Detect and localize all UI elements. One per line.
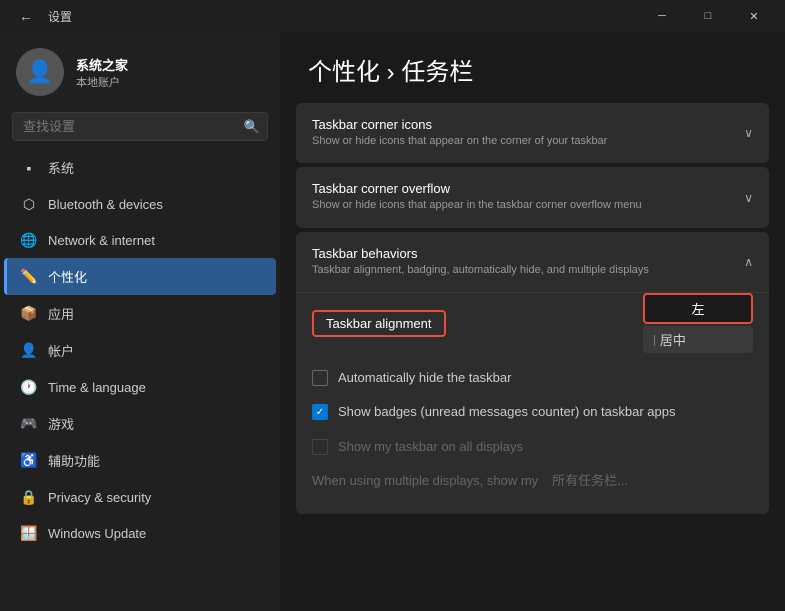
accessibility-icon: ♿ <box>20 452 38 470</box>
titlebar-controls: ─ □ ✕ <box>639 0 777 32</box>
sidebar-item-time[interactable]: 🕐 Time & language <box>4 369 276 405</box>
taskbar-behaviors-expanded: Taskbar alignment 左 | 居中 Automatically <box>296 292 769 514</box>
sidebar-item-privacy[interactable]: 🔒 Privacy & security <box>4 479 276 515</box>
back-button[interactable]: ← <box>12 2 40 30</box>
multiple-displays-row: When using multiple displays, show my 所有… <box>312 464 753 498</box>
time-icon: 🕐 <box>20 378 38 396</box>
network-icon: 🌐 <box>20 231 38 249</box>
sidebar-item-system[interactable]: ▪ 系统 <box>4 149 276 186</box>
gaming-label: 游戏 <box>48 414 74 433</box>
titlebar-left: ← 设置 <box>12 2 72 30</box>
alignment-center-option[interactable]: | 居中 <box>643 326 753 353</box>
alignment-left-option[interactable]: 左 <box>643 293 753 324</box>
personalization-label: 个性化 <box>48 267 87 286</box>
accounts-label: 帐户 <box>48 341 74 360</box>
search-box: 🔍 <box>12 112 268 141</box>
show-badges-label: Show badges (unread messages counter) on… <box>338 403 675 421</box>
multiple-displays-value: 所有任务栏... <box>552 472 628 490</box>
taskbar-corner-icons-desc: Show or hide icons that appear on the co… <box>312 134 744 149</box>
taskbar-behaviors-desc: Taskbar alignment, badging, automaticall… <box>312 263 744 278</box>
nav-list: ▪ 系统 ⬡ Bluetooth & devices 🌐 Network & i… <box>0 149 280 551</box>
profile-info: 系统之家 本地账户 <box>76 55 128 90</box>
page-header: 个性化 › 任务栏 <box>280 32 785 103</box>
right-panel: 个性化 › 任务栏 Taskbar corner icons Show or h… <box>280 32 785 611</box>
taskbar-corner-icons-title: Taskbar corner icons <box>312 117 744 132</box>
gaming-icon: 🎮 <box>20 415 38 433</box>
minimize-button[interactable]: ─ <box>639 0 685 32</box>
privacy-label: Privacy & security <box>48 490 151 505</box>
titlebar: ← 设置 ─ □ ✕ <box>0 0 785 32</box>
sidebar-item-bluetooth[interactable]: ⬡ Bluetooth & devices <box>4 186 276 222</box>
taskbar-alignment-label: Taskbar alignment <box>312 310 446 337</box>
alignment-options: 左 | 居中 <box>643 293 753 353</box>
sidebar-item-accessibility[interactable]: ♿ 辅助功能 <box>4 442 276 479</box>
profile-section: 👤 系统之家 本地账户 <box>0 32 280 108</box>
titlebar-title: 设置 <box>48 8 72 25</box>
all-displays-row: Show my taskbar on all displays <box>312 430 753 464</box>
profile-name: 系统之家 <box>76 55 128 74</box>
windows-update-icon: 🪟 <box>20 524 38 542</box>
taskbar-corner-overflow-chevron: ∨ <box>744 191 753 205</box>
settings-list: Taskbar corner icons Show or hide icons … <box>280 103 785 611</box>
sidebar-item-accounts[interactable]: 👤 帐户 <box>4 332 276 369</box>
sidebar-item-apps[interactable]: 📦 应用 <box>4 295 276 332</box>
taskbar-behaviors-card: Taskbar behaviors Taskbar alignment, bad… <box>296 232 769 514</box>
taskbar-corner-overflow-card: Taskbar corner overflow Show or hide ico… <box>296 167 769 227</box>
apps-label: 应用 <box>48 304 74 323</box>
taskbar-behaviors-chevron: ∧ <box>744 255 753 269</box>
taskbar-corner-icons-chevron: ∨ <box>744 126 753 140</box>
show-badges-row: ✓ Show badges (unread messages counter) … <box>312 395 753 429</box>
bluetooth-icon: ⬡ <box>20 195 38 213</box>
auto-hide-label: Automatically hide the taskbar <box>338 369 511 387</box>
taskbar-behaviors-row[interactable]: Taskbar behaviors Taskbar alignment, bad… <box>296 232 769 292</box>
maximize-button[interactable]: □ <box>685 0 731 32</box>
network-label: Network & internet <box>48 233 155 248</box>
taskbar-corner-icons-card: Taskbar corner icons Show or hide icons … <box>296 103 769 163</box>
multiple-displays-label: When using multiple displays, show my <box>312 472 538 490</box>
sidebar-item-windows-update[interactable]: 🪟 Windows Update <box>4 515 276 551</box>
personalization-icon: ✏️ <box>20 268 38 286</box>
windows-update-label: Windows Update <box>48 526 146 541</box>
auto-hide-row: Automatically hide the taskbar <box>312 361 753 395</box>
taskbar-corner-overflow-row[interactable]: Taskbar corner overflow Show or hide ico… <box>296 167 769 227</box>
taskbar-alignment-box: Taskbar alignment 左 | 居中 <box>312 293 753 353</box>
profile-sub: 本地账户 <box>76 74 128 90</box>
search-icon: 🔍 <box>244 119 260 135</box>
all-displays-label: Show my taskbar on all displays <box>338 438 523 456</box>
taskbar-corner-overflow-desc: Show or hide icons that appear in the ta… <box>312 198 744 213</box>
avatar: 👤 <box>16 48 64 96</box>
privacy-icon: 🔒 <box>20 488 38 506</box>
sidebar-item-gaming[interactable]: 🎮 游戏 <box>4 405 276 442</box>
taskbar-corner-overflow-text: Taskbar corner overflow Show or hide ico… <box>312 181 744 213</box>
close-button[interactable]: ✕ <box>731 0 777 32</box>
main-content: 👤 系统之家 本地账户 🔍 ▪ 系统 ⬡ Bluetooth & devices… <box>0 32 785 611</box>
sidebar-item-personalization[interactable]: ✏️ 个性化 <box>4 258 276 295</box>
system-icon: ▪ <box>20 159 38 177</box>
sidebar: 👤 系统之家 本地账户 🔍 ▪ 系统 ⬡ Bluetooth & devices… <box>0 32 280 611</box>
search-input[interactable] <box>12 112 268 141</box>
taskbar-corner-overflow-title: Taskbar corner overflow <box>312 181 744 196</box>
auto-hide-checkbox[interactable] <box>312 370 328 386</box>
time-label: Time & language <box>48 380 146 395</box>
system-label: 系统 <box>48 158 74 177</box>
taskbar-behaviors-text: Taskbar behaviors Taskbar alignment, bad… <box>312 246 744 278</box>
taskbar-behaviors-title: Taskbar behaviors <box>312 246 744 261</box>
page-title: 个性化 › 任务栏 <box>308 59 473 86</box>
accounts-icon: 👤 <box>20 342 38 360</box>
show-badges-checkbox[interactable]: ✓ <box>312 404 328 420</box>
taskbar-corner-icons-text: Taskbar corner icons Show or hide icons … <box>312 117 744 149</box>
accessibility-label: 辅助功能 <box>48 451 100 470</box>
all-displays-checkbox[interactable] <box>312 439 328 455</box>
taskbar-corner-icons-row[interactable]: Taskbar corner icons Show or hide icons … <box>296 103 769 163</box>
apps-icon: 📦 <box>20 305 38 323</box>
bluetooth-label: Bluetooth & devices <box>48 197 163 212</box>
sidebar-item-network[interactable]: 🌐 Network & internet <box>4 222 276 258</box>
